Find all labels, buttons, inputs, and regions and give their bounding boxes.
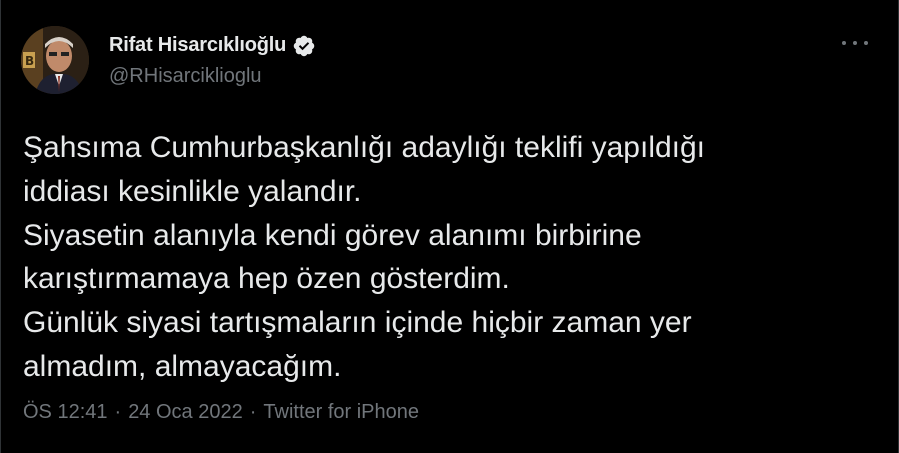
verified-badge-icon bbox=[292, 34, 316, 58]
author-names: Rifat Hisarcıklıoğlu @RHisarciklioglu bbox=[109, 33, 316, 88]
author-handle[interactable]: @RHisarciklioglu bbox=[109, 65, 316, 88]
name-row: Rifat Hisarcıklıoğlu bbox=[109, 33, 316, 59]
svg-text:B: B bbox=[25, 54, 34, 68]
author-display-name[interactable]: Rifat Hisarcıklıoğlu bbox=[109, 34, 286, 57]
tweet-meta: ÖS 12:41 · 24 Oca 2022 · Twitter for iPh… bbox=[23, 401, 419, 424]
more-options-icon[interactable] bbox=[842, 36, 868, 50]
tweet-text: Şahsıma Cumhurbaşkanlığı adaylığı teklif… bbox=[23, 131, 706, 383]
tweet-source[interactable]: Twitter for iPhone bbox=[263, 401, 419, 424]
more-dot bbox=[842, 41, 846, 45]
meta-separator: · bbox=[249, 401, 257, 423]
more-dot bbox=[853, 41, 857, 45]
avatar[interactable]: B bbox=[21, 26, 89, 94]
tweet-time[interactable]: ÖS 12:41 bbox=[23, 401, 108, 424]
tweet-date[interactable]: 24 Oca 2022 bbox=[128, 401, 243, 424]
tweet-header: B Rifat Hisarcıklıoğlu @RHisarciklioglu bbox=[21, 26, 316, 94]
meta-separator: · bbox=[114, 401, 122, 423]
tweet-card: B Rifat Hisarcıklıoğlu @RHisarciklioglu … bbox=[0, 0, 899, 453]
profile-photo-icon: B bbox=[21, 26, 89, 94]
more-dot bbox=[864, 41, 868, 45]
